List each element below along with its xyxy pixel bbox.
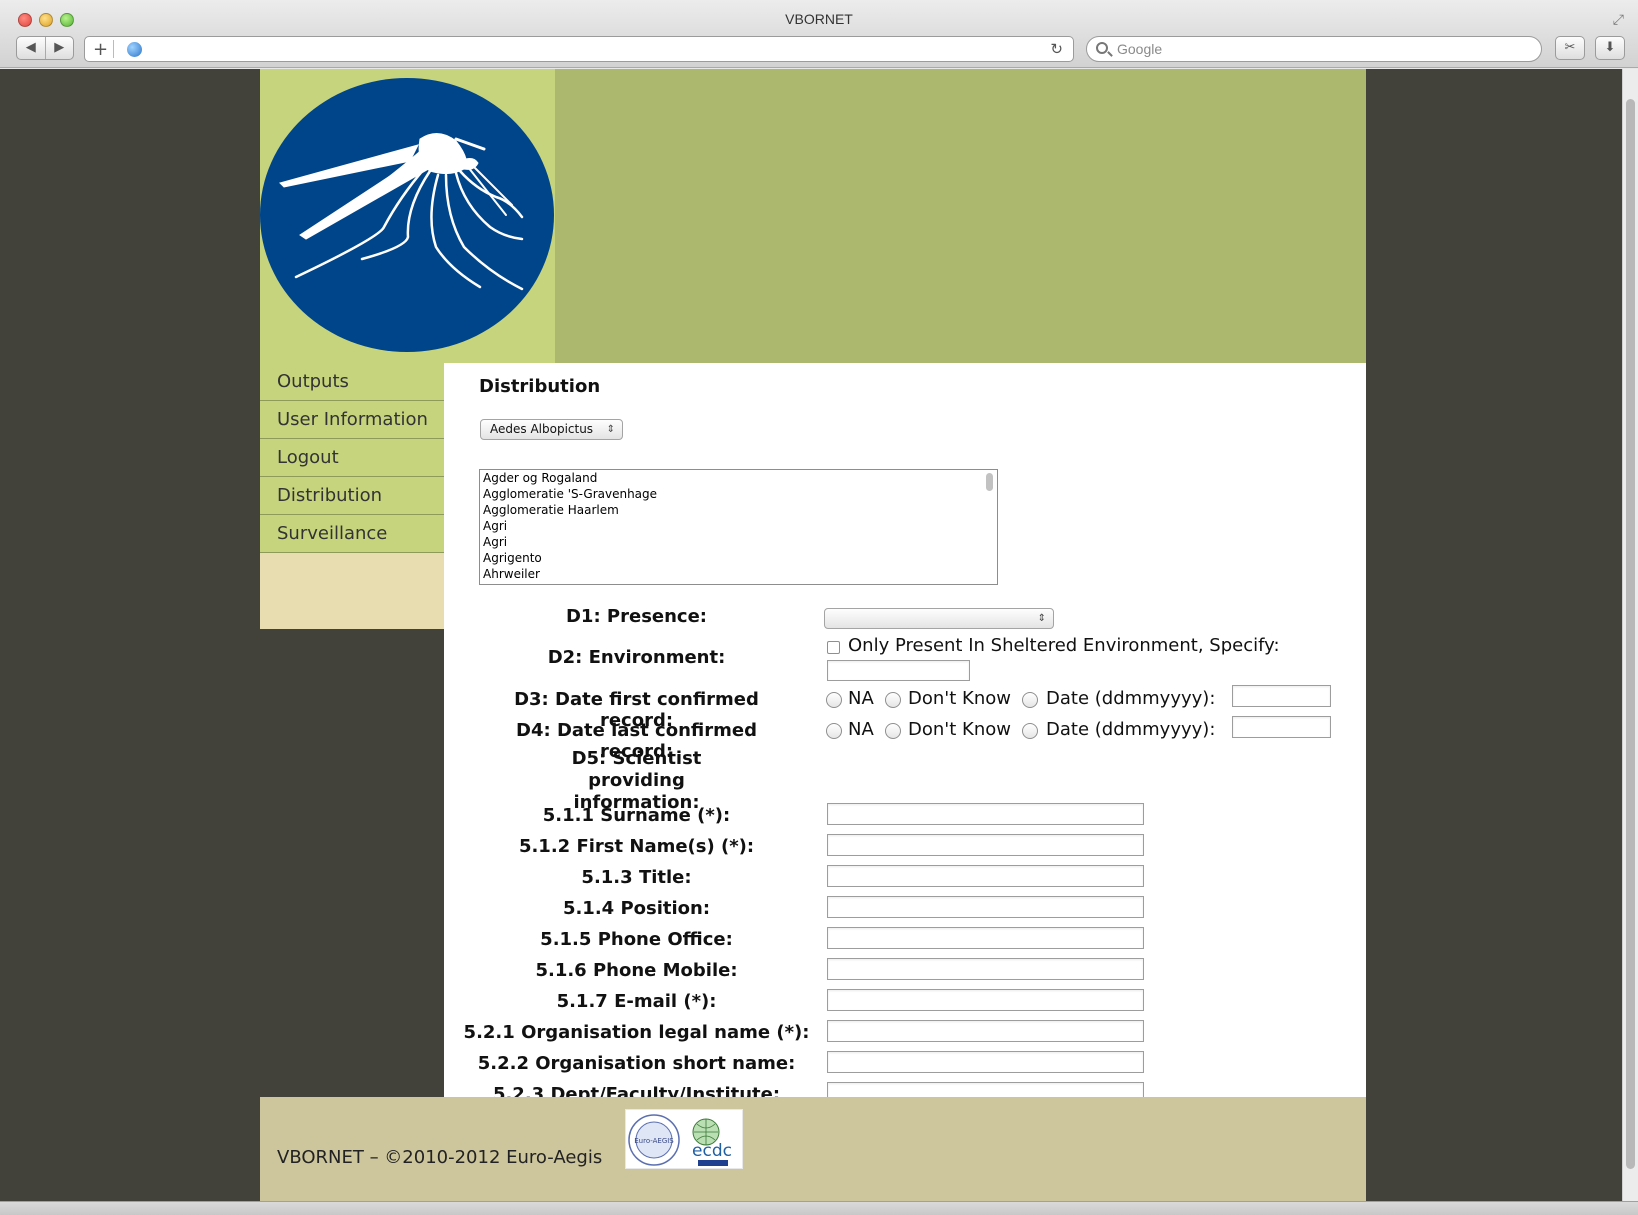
page-scroll-thumb[interactable] [1626,99,1635,1169]
surname-input[interactable] [827,803,1144,825]
page-container: Outputs User Information Logout Distribu… [260,69,1366,1201]
list-item[interactable]: Agglomeratie 'S-Gravenhage [480,486,997,502]
d4-date-input[interactable] [1232,716,1331,738]
sheltered-environment-input[interactable] [827,660,970,681]
d3-dont-know-radio[interactable] [885,692,901,708]
presence-select[interactable]: ⇕ [824,608,1054,629]
d3-dont-know-label: Don't Know [908,688,1011,709]
sidebar-nav: Outputs User Information Logout Distribu… [260,363,444,629]
d3-date-radio[interactable] [1022,692,1038,708]
window-title: VBORNET [785,11,853,27]
reload-icon[interactable]: ↻ [1050,40,1063,58]
first-name-input[interactable] [827,834,1144,856]
d4-na-radio[interactable] [826,723,842,739]
mosquito-logo-icon [260,78,554,352]
back-forward-buttons: ◀ ▶ [16,36,74,60]
phone-mobile-input[interactable] [827,958,1144,980]
add-bookmark-icon[interactable]: + [93,39,108,60]
ecdc-logo-text: ecdc [692,1141,732,1161]
d1-presence-label: D1: Presence: [565,606,708,627]
page-footer: VBORNET – ©2010-2012 Euro-Aegis Euro-AEG… [260,1097,1366,1201]
page-title: Distribution [479,376,601,397]
select-arrows-icon: ⇕ [606,424,615,435]
listbox-scroll-thumb[interactable] [986,473,993,491]
search-placeholder: Google [1117,41,1163,57]
euro-aegis-logo-text: Euro-AEGIS [634,1137,674,1145]
reader-button[interactable]: ✂ [1555,36,1585,60]
d3-date-input[interactable] [1232,685,1331,707]
d3-date-label: Date (ddmmyyyy): [1046,688,1216,709]
species-select-value: Aedes Albopictus [490,422,594,436]
page-viewport: Outputs User Information Logout Distribu… [0,69,1638,1201]
d4-na-label: NA [848,719,874,740]
euro-aegis-ecdc-logo-icon: Euro-AEGIS ecdc [628,1114,732,1166]
main-content: Distribution Aedes Albopictus ⇕ Agder og… [444,363,1366,1097]
position-label: 5.1.4 Position: [562,898,711,919]
d4-date-radio[interactable] [1022,723,1038,739]
list-item[interactable]: Agrigento [480,550,997,566]
fullscreen-icon[interactable]: ⤢ [1613,12,1624,28]
d4-dont-know-label: Don't Know [908,719,1011,740]
d4-dont-know-radio[interactable] [885,723,901,739]
logo-area [260,69,555,363]
title-input[interactable] [827,865,1144,887]
sidebar-item-logout[interactable]: Logout [260,439,444,477]
org-short-name-input[interactable] [827,1051,1144,1073]
sidebar-item-outputs[interactable]: Outputs [260,363,444,401]
sheltered-environment-label: Only Present In Sheltered Environment, S… [848,635,1280,656]
browser-toolbar: VBORNET ⤢ ◀ ▶ + ↻ Google ✂ ⬇ [0,0,1638,68]
address-divider [113,40,114,58]
select-arrows-icon: ⇕ [1037,613,1046,624]
search-icon [1096,42,1108,54]
org-legal-name-label: 5.2.1 Organisation legal name (*): [463,1022,810,1043]
address-bar[interactable]: + ↻ [84,36,1074,62]
phone-mobile-label: 5.1.6 Phone Mobile: [535,960,738,981]
title-label: 5.1.3 Title: [581,867,692,888]
sidebar-item-distribution[interactable]: Distribution [260,477,444,515]
dept-input[interactable] [827,1082,1144,1097]
listbox-scrollbar[interactable] [983,471,996,583]
d2-environment-label: D2: Environment: [547,647,726,668]
sidebar-item-user-information[interactable]: User Information [260,401,444,439]
footer-copyright: VBORNET – ©2010-2012 Euro-Aegis [277,1147,603,1168]
search-input[interactable]: Google [1086,36,1542,62]
header-banner [260,69,1366,363]
list-item[interactable]: Agri [480,534,997,550]
org-short-name-label: 5.2.2 Organisation short name: [477,1053,796,1074]
list-item[interactable]: Ahrweiler [480,566,997,582]
downloads-button[interactable]: ⬇ [1595,36,1625,60]
org-legal-name-input[interactable] [827,1020,1144,1042]
browser-status-bar [0,1201,1638,1215]
regions-listbox[interactable]: Agder og Rogaland Agglomeratie 'S-Graven… [479,469,998,585]
page-scrollbar[interactable] [1622,69,1638,1201]
globe-icon [127,42,142,57]
dept-label: 5.2.3 Dept/Faculty/Institute: [492,1084,781,1097]
email-label: 5.1.7 E-mail (*): [556,991,717,1012]
back-arrow-icon[interactable]: ◀ [17,37,46,59]
email-field[interactable] [827,989,1144,1011]
partner-logos: Euro-AEGIS ecdc [625,1109,743,1169]
phone-office-input[interactable] [827,927,1144,949]
phone-office-label: 5.1.5 Phone Office: [540,929,733,950]
surname-label: 5.1.1 Surname (*): [542,805,731,826]
list-item[interactable]: Agglomeratie Haarlem [480,502,997,518]
position-input[interactable] [827,896,1144,918]
sheltered-environment-checkbox[interactable] [827,641,840,654]
species-select[interactable]: Aedes Albopictus ⇕ [480,419,623,440]
first-name-label: 5.1.2 First Name(s) (*): [518,836,755,857]
d3-na-label: NA [848,688,874,709]
forward-arrow-icon[interactable]: ▶ [46,37,74,59]
d4-date-label: Date (ddmmyyyy): [1046,719,1216,740]
d3-na-radio[interactable] [826,692,842,708]
sidebar-item-surveillance[interactable]: Surveillance [260,515,444,553]
list-item[interactable]: Agder og Rogaland [480,470,997,486]
list-item[interactable]: Agri [480,518,997,534]
